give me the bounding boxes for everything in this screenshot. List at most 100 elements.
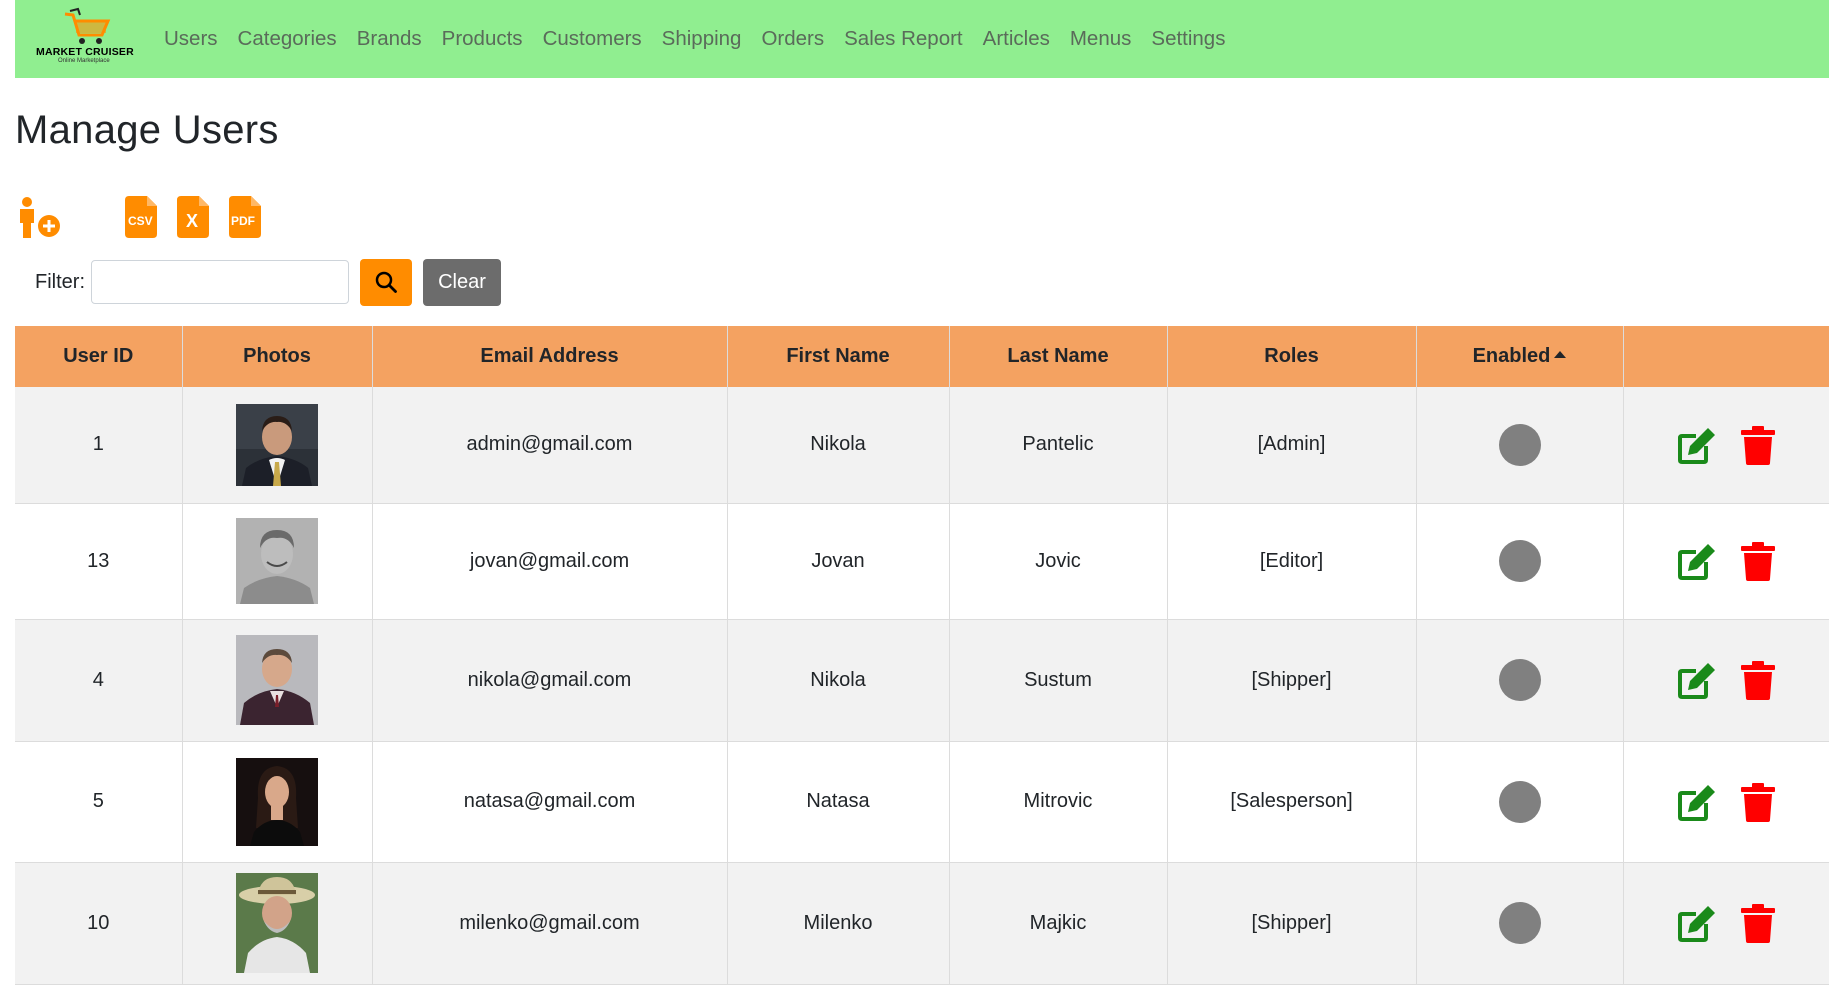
last-name-cell: Mitrovic (949, 741, 1168, 863)
user-photo (236, 635, 318, 725)
column-header-label: Enabled (1472, 345, 1551, 367)
column-header-label: Last Name (1007, 345, 1109, 367)
brand-tagline: Online Marketplace (58, 58, 110, 64)
delete-icon[interactable] (1741, 425, 1776, 465)
edit-icon[interactable] (1677, 425, 1717, 465)
column-header-roles: Roles (1167, 326, 1417, 387)
export-csv-icon[interactable]: CSV (125, 196, 157, 243)
nav-articles[interactable]: Articles (983, 27, 1050, 51)
first-name-cell: Natasa (727, 741, 950, 863)
export-excel-label: X (186, 211, 199, 231)
actions-cell (1623, 862, 1829, 985)
enabled-toggle-icon[interactable] (1498, 780, 1541, 823)
shopping-cart-icon (64, 7, 111, 44)
roles-cell: [Admin] (1167, 387, 1417, 504)
table-row: 4 nikola@gmail.com Nikola Sustum [Shippe… (15, 619, 1829, 742)
enabled-toggle-icon[interactable] (1498, 659, 1541, 701)
column-header-first-name[interactable]: First Name (727, 326, 950, 387)
photo-cell (182, 387, 373, 504)
search-icon (375, 271, 397, 293)
nav-sales-report[interactable]: Sales Report (844, 27, 963, 51)
roles-cell: [Salesperson] (1167, 741, 1417, 863)
photo-cell (182, 619, 373, 742)
table-row: 5 natasa@gmail.com Natasa Mitrovic [Sale… (15, 741, 1829, 863)
delete-icon[interactable] (1741, 541, 1776, 581)
first-name-cell: Jovan (727, 503, 950, 620)
delete-icon[interactable] (1741, 782, 1776, 822)
nav-orders[interactable]: Orders (761, 27, 824, 51)
edit-icon[interactable] (1677, 782, 1717, 822)
user-photo (236, 873, 318, 973)
column-header-label: Email Address (480, 345, 619, 367)
edit-icon[interactable] (1677, 903, 1717, 943)
table-row: 10 milenko@gmail.com Milenko Majkic [Shi… (15, 862, 1829, 985)
email-cell: jovan@gmail.com (372, 503, 728, 620)
last-name-cell: Sustum (949, 619, 1168, 742)
user-photo (236, 403, 318, 486)
table-row: 13 jovan@gmail.com Jovan Jovic [Editor] (15, 503, 1829, 620)
page-title: Manage Users (15, 108, 279, 152)
delete-icon[interactable] (1741, 660, 1776, 700)
user-photo (236, 757, 318, 846)
email-cell: milenko@gmail.com (372, 862, 728, 985)
actions-cell (1623, 619, 1829, 742)
column-header-last-name[interactable]: Last Name (949, 326, 1168, 387)
export-excel-icon[interactable]: X (177, 196, 209, 243)
column-header-actions (1623, 326, 1829, 387)
add-user-icon[interactable] (15, 196, 61, 245)
nav-customers[interactable]: Customers (543, 27, 642, 51)
nav-shipping[interactable]: Shipping (662, 27, 742, 51)
brand-logo[interactable]: MARKET CRUISER Online Marketplace (32, 7, 148, 71)
column-header-user-id[interactable]: User ID (15, 326, 183, 387)
column-header-label: Photos (243, 345, 311, 367)
brand-name: MARKET CRUISER (36, 46, 134, 58)
clear-button[interactable]: Clear (423, 258, 501, 306)
enabled-cell (1416, 862, 1624, 985)
users-table: User ID Photos Email Address First Name … (15, 326, 1829, 985)
filter-input[interactable] (91, 260, 349, 304)
photo-cell (182, 862, 373, 985)
nav-categories[interactable]: Categories (238, 27, 337, 51)
enabled-toggle-icon[interactable] (1498, 540, 1541, 582)
nav-users[interactable]: Users (164, 27, 218, 51)
nav-menus[interactable]: Menus (1070, 27, 1132, 51)
table-header-row: User ID Photos Email Address First Name … (15, 326, 1829, 387)
last-name-cell: Majkic (949, 862, 1168, 985)
user-id-cell: 5 (15, 741, 183, 863)
nav-products[interactable]: Products (442, 27, 523, 51)
nav-settings[interactable]: Settings (1151, 27, 1225, 51)
enabled-toggle-icon[interactable] (1498, 902, 1541, 944)
last-name-cell: Jovic (949, 503, 1168, 620)
delete-icon[interactable] (1741, 903, 1776, 943)
edit-icon[interactable] (1677, 660, 1717, 700)
photo-cell (182, 741, 373, 863)
filter-label: Filter: (35, 270, 85, 293)
roles-cell: [Shipper] (1167, 619, 1417, 742)
actions-cell (1623, 503, 1829, 620)
export-csv-label: CSV (128, 214, 153, 228)
actions-cell (1623, 741, 1829, 863)
user-photo (236, 518, 318, 604)
search-button[interactable] (360, 258, 412, 306)
enabled-cell (1416, 619, 1624, 742)
roles-cell: [Shipper] (1167, 862, 1417, 985)
nav-brands[interactable]: Brands (357, 27, 422, 51)
enabled-cell (1416, 741, 1624, 863)
user-id-cell: 13 (15, 503, 183, 620)
export-pdf-label: PDF (231, 214, 255, 228)
enabled-cell (1416, 503, 1624, 620)
column-header-label: Roles (1264, 345, 1319, 367)
column-header-photos: Photos (182, 326, 373, 387)
enabled-toggle-icon[interactable] (1498, 423, 1541, 466)
sort-asc-icon (1554, 351, 1567, 358)
filter-form: Filter: Clear (35, 258, 501, 306)
first-name-cell: Nikola (727, 387, 950, 504)
edit-icon[interactable] (1677, 541, 1717, 581)
email-cell: admin@gmail.com (372, 387, 728, 504)
user-id-cell: 1 (15, 387, 183, 504)
first-name-cell: Milenko (727, 862, 950, 985)
user-id-cell: 10 (15, 862, 183, 985)
export-pdf-icon[interactable]: PDF (229, 196, 261, 243)
column-header-email[interactable]: Email Address (372, 326, 728, 387)
column-header-enabled[interactable]: Enabled (1416, 326, 1624, 387)
